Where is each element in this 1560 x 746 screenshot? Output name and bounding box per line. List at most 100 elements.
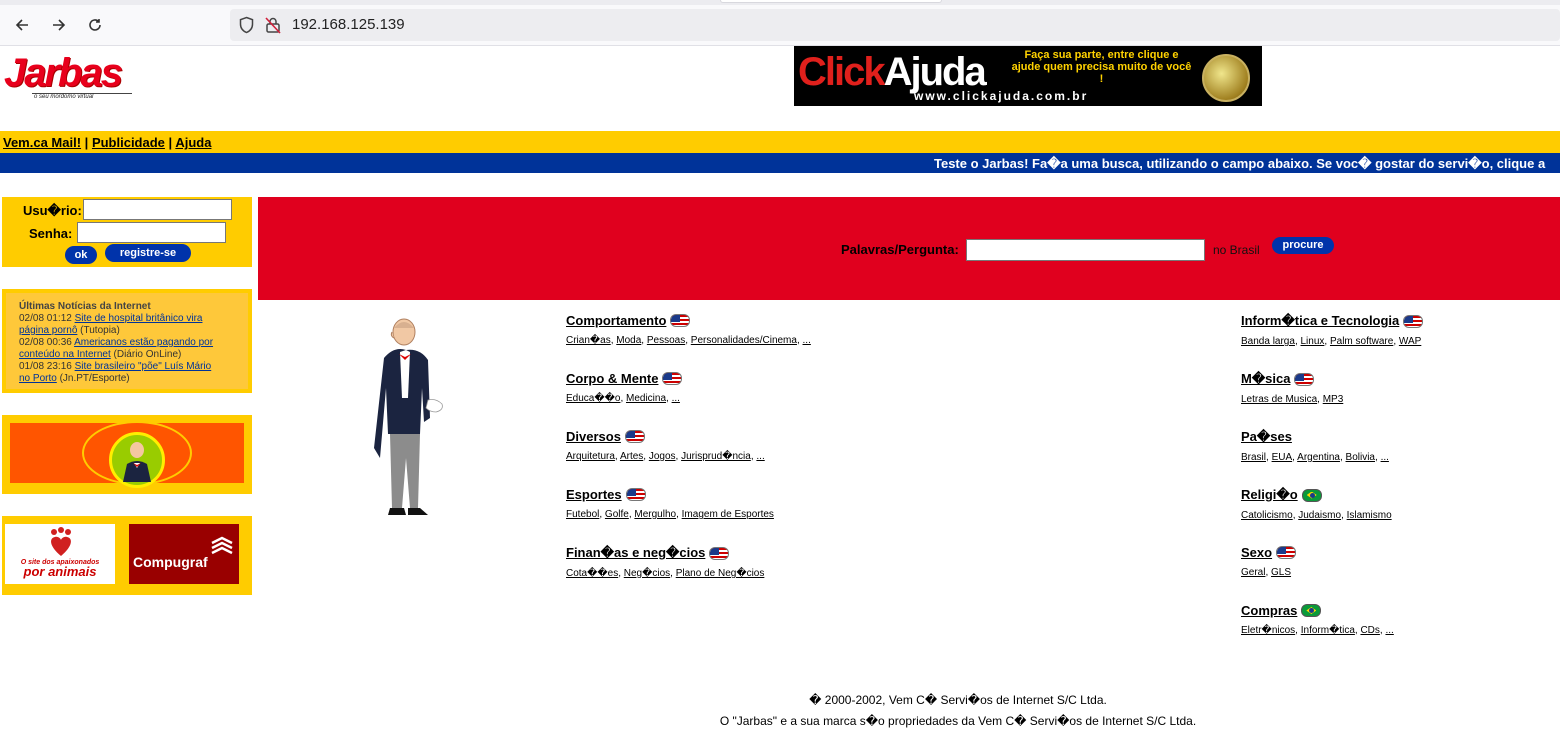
compugraf-sponsor[interactable]: Compugraf — [129, 524, 239, 584]
subcategory-link[interactable]: Futebol — [566, 509, 599, 520]
category-title-link[interactable]: Comportamento — [566, 313, 811, 328]
register-button[interactable]: registre-se — [105, 244, 191, 262]
category-title[interactable]: Pa�ses — [1241, 429, 1292, 445]
forward-button[interactable] — [46, 12, 72, 38]
subcategory-link[interactable]: Jogos — [649, 451, 676, 462]
category-title-link[interactable]: Sexo — [1241, 545, 1297, 560]
subcategory-link[interactable]: Palm software — [1330, 336, 1393, 347]
news-link[interactable]: no Porto — [19, 373, 57, 384]
category-title[interactable]: Religi�o — [1241, 487, 1298, 503]
category-title[interactable]: Inform�tica e Tecnologia — [1241, 313, 1399, 329]
news-source: (Tutopia) — [80, 325, 120, 336]
news-link[interactable]: Site de hospital britânico vira — [75, 313, 203, 324]
subcategory-link[interactable]: Moda — [616, 335, 641, 346]
category-title-link[interactable]: Diversos — [566, 429, 765, 444]
subcategory-link[interactable]: Judaismo — [1298, 510, 1341, 521]
subcategory-link[interactable]: ... — [1381, 452, 1389, 463]
category-title-link[interactable]: Corpo & Mente — [566, 371, 683, 386]
subcategory-link[interactable]: Eletr�nicos — [1241, 625, 1295, 636]
category-title[interactable]: Corpo & Mente — [566, 371, 658, 386]
subcategory-link[interactable]: ... — [672, 393, 680, 404]
subcategory-link[interactable]: Inform�tica — [1301, 625, 1355, 636]
promo-orange-panel — [10, 421, 244, 488]
subcategory-link[interactable]: Letras de Musica — [1241, 394, 1317, 405]
subcategory-link[interactable]: Geral — [1241, 567, 1265, 578]
subcategory-link[interactable]: Plano de Neg�cios — [676, 568, 765, 579]
category-title-link[interactable]: Pa�ses — [1241, 429, 1389, 445]
subcategory-list: Arquitetura, Artes, Jogos, Jurisprud�nci… — [566, 451, 765, 462]
us-flag-icon — [1276, 546, 1297, 559]
category-title[interactable]: Finan�as e neg�cios — [566, 545, 705, 561]
subcategory-link[interactable]: Artes — [620, 451, 643, 462]
category-block: Inform�tica e Tecnologia Banda larga, Lin… — [1241, 313, 1424, 347]
subcategory-link[interactable]: Crian�as — [566, 335, 611, 346]
subcategory-link[interactable]: Pessoas — [647, 335, 685, 346]
subcategory-link[interactable]: Mergulho — [634, 509, 676, 520]
subcategory-link[interactable]: GLS — [1271, 567, 1291, 578]
publicidade-link[interactable]: Publicidade — [92, 135, 165, 150]
vemca-mail-link[interactable]: Vem.ca Mail! — [3, 135, 81, 150]
insecure-lock-icon[interactable] — [265, 16, 281, 34]
subcategory-link[interactable]: Personalidades/Cinema — [691, 335, 797, 346]
category-title-link[interactable]: Religi�o — [1241, 487, 1392, 503]
category-title[interactable]: Compras — [1241, 603, 1297, 618]
clickajuda-banner[interactable]: ClickAjuda Faça sua parte, entre clique … — [794, 46, 1262, 106]
jarbas-logo[interactable]: Jarbas o seu mordomo virtual — [4, 53, 132, 103]
subcategory-link[interactable]: Linux — [1301, 336, 1325, 347]
subcategory-link[interactable]: ... — [1385, 625, 1393, 636]
username-label: Usu�rio: — [23, 203, 82, 218]
category-title[interactable]: M�sica — [1241, 371, 1290, 387]
category-title-link[interactable]: Inform�tica e Tecnologia — [1241, 313, 1424, 329]
category-title-link[interactable]: M�sica — [1241, 371, 1343, 387]
subcategory-link[interactable]: Imagem de Esportes — [682, 509, 774, 520]
news-list[interactable]: Últimas Notícias da Internet 02/08 01:12… — [6, 293, 248, 389]
url-text[interactable]: 192.168.125.139 — [292, 16, 405, 33]
banner-brand-click: Click — [798, 50, 886, 94]
category-title[interactable]: Sexo — [1241, 545, 1272, 560]
subcategory-link[interactable]: ... — [803, 335, 811, 346]
ajuda-link[interactable]: Ajuda — [175, 135, 211, 150]
news-link[interactable]: Site brasileiro "põe" Luís Mário — [75, 361, 212, 372]
category-block: Sexo Geral, GLS — [1241, 545, 1297, 578]
back-button[interactable] — [9, 12, 35, 38]
animais-sponsor[interactable]: O site dos apaixonados por animais — [5, 524, 115, 584]
category-title[interactable]: Esportes — [566, 487, 622, 502]
subcategory-link[interactable]: MP3 — [1323, 394, 1344, 405]
subcategory-link[interactable]: WAP — [1399, 336, 1421, 347]
subcategory-link[interactable]: Golfe — [605, 509, 629, 520]
news-link[interactable]: Americanos estão pagando por — [74, 337, 213, 348]
subcategory-link[interactable]: Bolivia — [1346, 452, 1375, 463]
subcategory-link[interactable]: Banda larga — [1241, 336, 1295, 347]
subcategory-link[interactable]: Cota��es — [566, 568, 618, 579]
news-time: 02/08 01:12 — [19, 313, 72, 324]
category-title-link[interactable]: Compras — [1241, 603, 1394, 618]
address-bar[interactable]: 192.168.125.139 — [230, 9, 1560, 41]
subcategory-link[interactable]: Islamismo — [1347, 510, 1392, 521]
category-title[interactable]: Diversos — [566, 429, 621, 444]
active-tab[interactable] — [720, 0, 942, 3]
subcategory-link[interactable]: EUA — [1272, 452, 1293, 463]
subcategory-link[interactable]: Argentina — [1297, 452, 1340, 463]
subcategory-link[interactable]: Arquitetura — [566, 451, 615, 462]
shield-icon[interactable] — [238, 16, 255, 34]
jarbas-promo-banner[interactable] — [2, 415, 252, 494]
news-link[interactable]: página pornô — [19, 325, 77, 336]
subcategory-link[interactable]: Jurisprud�ncia — [681, 451, 751, 462]
category-title-link[interactable]: Esportes — [566, 487, 774, 502]
procure-button[interactable]: procure — [1272, 237, 1334, 254]
subcategory-link[interactable]: Educa��o — [566, 393, 620, 404]
subcategory-link[interactable]: CDs — [1360, 625, 1379, 636]
subcategory-link[interactable]: ... — [756, 451, 764, 462]
subcategory-link[interactable]: Medicina — [626, 393, 666, 404]
news-link[interactable]: conteúdo na Internet — [19, 349, 111, 360]
search-input[interactable] — [966, 239, 1205, 261]
username-input[interactable] — [83, 199, 232, 220]
reload-button[interactable] — [82, 12, 108, 38]
subcategory-link[interactable]: Neg�cios — [624, 568, 670, 579]
subcategory-link[interactable]: Brasil — [1241, 452, 1266, 463]
password-input[interactable] — [77, 222, 226, 243]
category-title[interactable]: Comportamento — [566, 313, 666, 328]
subcategory-link[interactable]: Catolicismo — [1241, 510, 1293, 521]
category-title-link[interactable]: Finan�as e neg�cios — [566, 545, 764, 561]
ok-button[interactable]: ok — [65, 246, 97, 264]
